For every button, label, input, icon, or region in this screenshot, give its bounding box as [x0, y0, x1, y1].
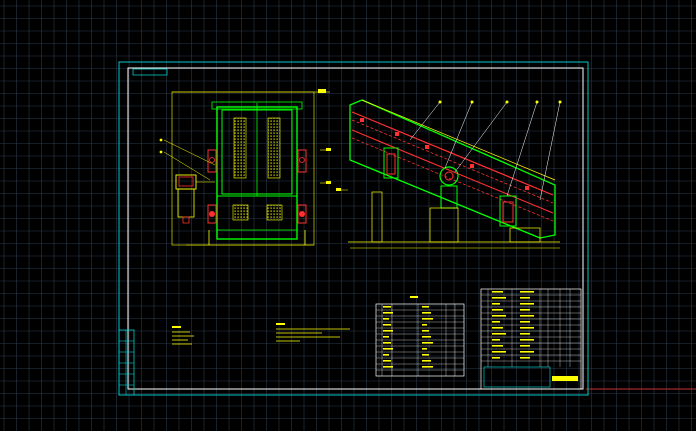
- view-tag: [318, 89, 326, 93]
- cad-drawing-canvas[interactable]: [0, 0, 696, 431]
- title-block-name-cell: [552, 376, 578, 381]
